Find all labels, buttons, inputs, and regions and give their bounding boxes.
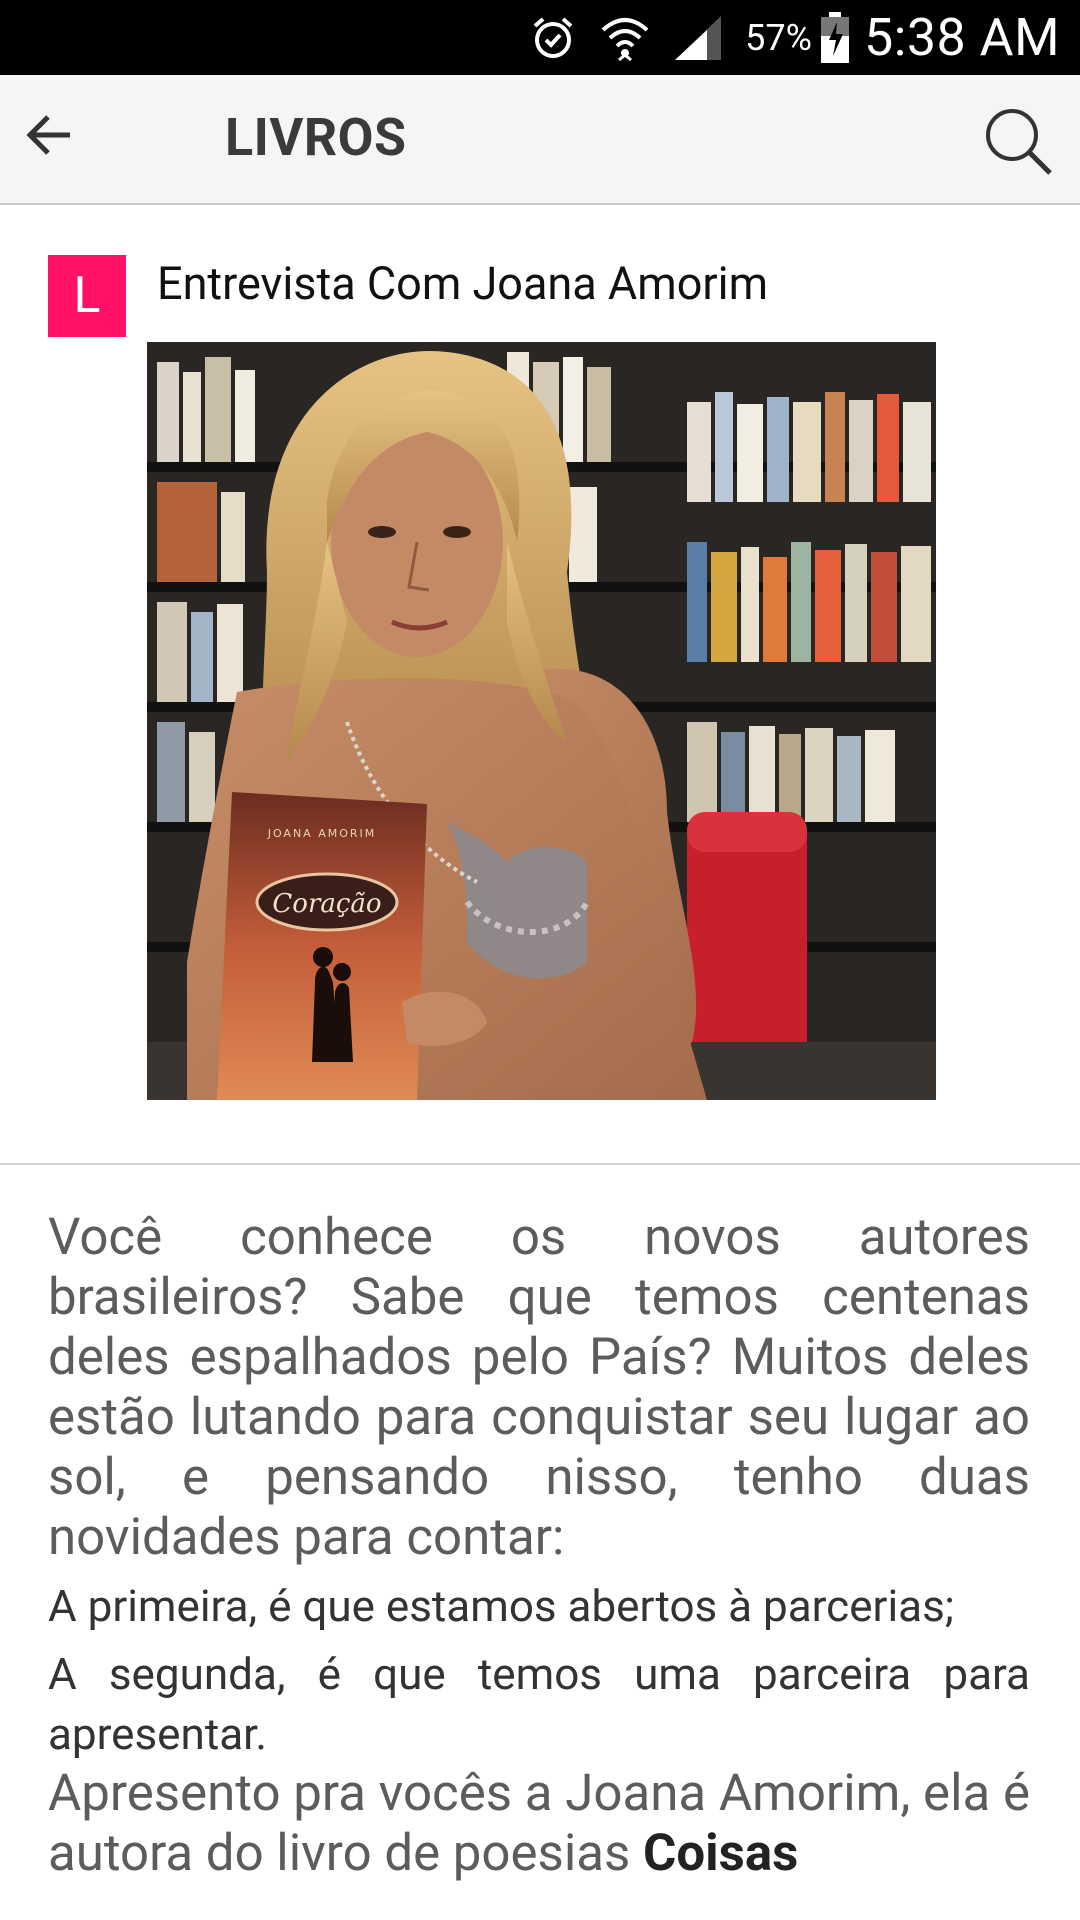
article-paragraph-3: A segunda, é que temos uma parceira para… <box>48 1648 1030 1760</box>
status-time: 5:38 AM <box>864 7 1060 68</box>
back-button[interactable] <box>18 105 78 165</box>
search-button[interactable] <box>978 101 1058 181</box>
article-paragraph-1: Você conhece os novos autores brasileiro… <box>48 1208 1030 1567</box>
article-body: Você conhece os novos autores brasileiro… <box>48 1208 1030 1884</box>
article-paragraph-2: A primeira, é que estamos abertos à parc… <box>48 1580 955 1632</box>
book-cover: Coração JOANA AMORIM <box>217 792 427 1100</box>
author-photo-illustration: Coração JOANA AMORIM <box>147 342 936 1100</box>
battery-icon <box>820 11 850 64</box>
page-title: LIVROS <box>225 107 407 168</box>
book-title-text: Coração <box>272 889 381 919</box>
article-paragraph-4-text: Apresento pra vocês a Joana Amorim, ela … <box>48 1764 1030 1883</box>
search-icon <box>986 109 1052 175</box>
signal-icon <box>673 14 723 62</box>
app-bar: LIVROS <box>0 75 1080 205</box>
channel-badge[interactable]: L <box>48 255 126 337</box>
post-title: Entrevista Com Joana Amorim <box>157 257 769 310</box>
article-book-name: Coisas <box>643 1824 799 1883</box>
status-bar: 57% 5:38 AM <box>0 0 1080 75</box>
book-author-text: JOANA AMORIM <box>267 827 377 840</box>
wifi-icon <box>599 12 651 64</box>
post-photo[interactable]: Coração JOANA AMORIM <box>147 342 936 1100</box>
battery-percentage: 57% <box>745 16 812 59</box>
back-arrow-icon <box>26 115 70 155</box>
alarm-icon <box>529 14 577 62</box>
article-paragraph-4: Apresento pra vocês a Joana Amorim, ela … <box>48 1764 1030 1884</box>
content-divider <box>0 1163 1080 1165</box>
